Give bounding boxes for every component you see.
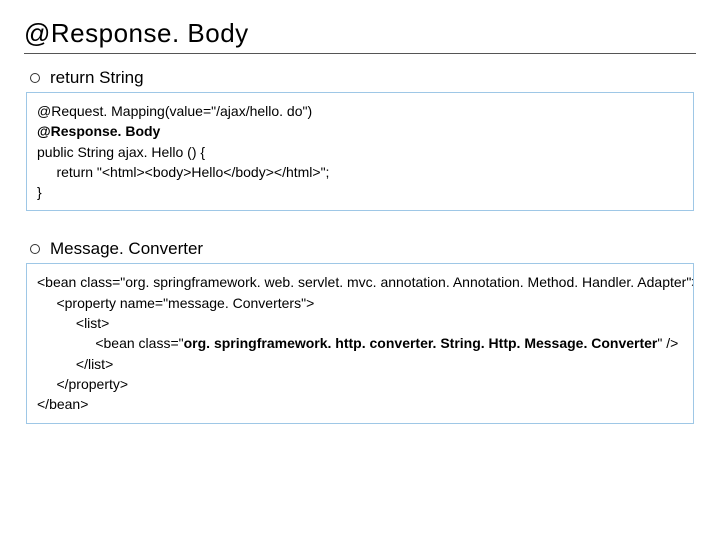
circle-bullet-icon — [30, 73, 40, 83]
code-line: </property> — [37, 374, 683, 394]
bullet-label: Message. Converter — [50, 239, 203, 259]
code-line: <bean class="org. springframework. web. … — [37, 272, 683, 292]
bullet-label: return String — [50, 68, 144, 88]
code-line: </list> — [37, 354, 683, 374]
code-line: <property name="message. Converters"> — [37, 293, 683, 313]
code-line: @Request. Mapping(value="/ajax/hello. do… — [37, 101, 683, 121]
page-title: @Response. Body — [24, 18, 696, 54]
code-block-1: @Request. Mapping(value="/ajax/hello. do… — [26, 92, 694, 211]
bullet-return-string: return String — [30, 68, 696, 88]
code-line: <bean class="org. springframework. http.… — [37, 333, 683, 353]
code-line: public String ajax. Hello () { — [37, 142, 683, 162]
code-line: } — [37, 182, 683, 202]
code-line: return "<html><body>Hello</body></html>"… — [37, 162, 683, 182]
code-line: </bean> — [37, 394, 683, 414]
circle-bullet-icon — [30, 244, 40, 254]
bullet-message-converter: Message. Converter — [30, 239, 696, 259]
code-line: <list> — [37, 313, 683, 333]
code-block-2: <bean class="org. springframework. web. … — [26, 263, 694, 423]
code-line: @Response. Body — [37, 121, 683, 141]
